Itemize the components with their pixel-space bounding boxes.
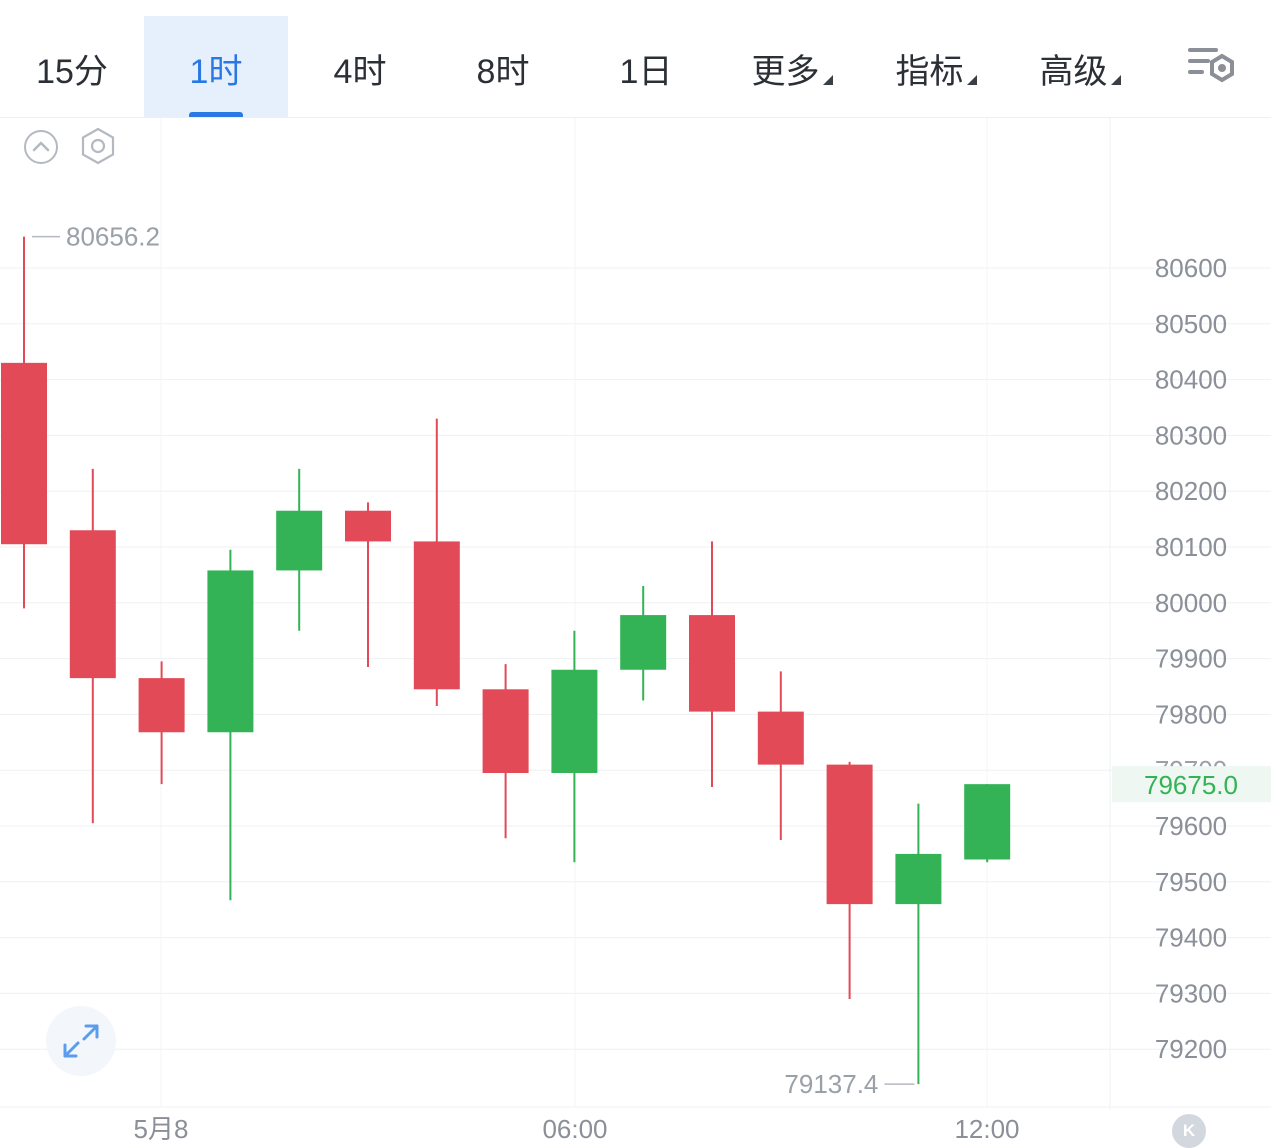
candlestick-chart: 80600 80500 80400 80300 80200 80100 80000 79900…: [0, 118, 1271, 1144]
tab-0[interactable]: 15分: [0, 16, 144, 117]
dropdown-caret-icon: [1110, 74, 1121, 85]
y-tick-label-occluded: 79700: [1155, 755, 1227, 785]
chart-settings-icon: [1188, 48, 1234, 83]
k-line-button[interactable]: K: [1172, 1114, 1206, 1148]
candle-body: [138, 678, 185, 733]
high-price-label: 80656.2: [66, 222, 160, 252]
y-tick-label: 79200: [1155, 1034, 1227, 1064]
tab-5[interactable]: 更多: [720, 16, 864, 117]
y-tick-label: 80400: [1155, 365, 1227, 395]
candle-body: [964, 784, 1011, 860]
dropdown-caret-icon: [822, 74, 833, 85]
expand-arrows-icon: [63, 1024, 99, 1058]
tab-7[interactable]: 高级: [1008, 16, 1152, 117]
chevron-up-circle-icon: [24, 130, 58, 164]
active-tab-indicator: [189, 112, 243, 117]
candle-body: [1, 362, 47, 545]
candle-body: [69, 530, 116, 679]
x-tick-label: 06:00: [542, 1114, 607, 1144]
current-price-tag: [1112, 766, 1271, 803]
hexagon-settings-icon: [81, 127, 115, 165]
candle-body: [895, 853, 942, 905]
tab-3[interactable]: 8时: [431, 16, 575, 117]
y-tick-label: 79400: [1155, 923, 1227, 953]
tab-label: 1日: [619, 53, 673, 91]
tab-label: 指标: [895, 53, 964, 91]
tab-label: 15分: [36, 53, 108, 91]
tab-label: 4时: [333, 53, 387, 91]
y-tick-label: 79300: [1155, 978, 1227, 1008]
dropdown-caret-icon: [966, 74, 977, 85]
tab-4[interactable]: 1日: [574, 16, 718, 117]
tab-6[interactable]: 指标: [864, 16, 1008, 117]
y-tick-label: 79500: [1155, 867, 1227, 897]
candle-body: [482, 689, 529, 773]
candle-body: [345, 510, 391, 542]
tab-label: 8时: [476, 53, 530, 91]
tab-2[interactable]: 4时: [288, 16, 432, 117]
tab-label: 更多: [751, 53, 820, 91]
candle-body: [826, 764, 873, 905]
candle-body: [276, 510, 323, 571]
y-tick-label: 80600: [1155, 253, 1227, 283]
x-tick-label: 12:00: [954, 1114, 1019, 1144]
tab-1[interactable]: 1时: [144, 16, 288, 117]
y-tick-label: 80500: [1155, 309, 1227, 339]
y-tick-label: 80100: [1155, 532, 1227, 562]
y-tick-label: 80000: [1155, 588, 1227, 618]
y-tick-label: 79800: [1155, 699, 1227, 729]
x-tick-label: 5月8: [134, 1114, 189, 1144]
y-tick-label: 80200: [1155, 476, 1227, 506]
fullscreen-button[interactable]: [46, 1006, 116, 1076]
chart-settings-button[interactable]: [1184, 42, 1240, 92]
y-tick-label: 79600: [1155, 811, 1227, 841]
y-tick-label: 80300: [1155, 420, 1227, 450]
candle-body: [207, 570, 254, 733]
current-price-label: 79675.0: [1144, 770, 1238, 800]
y-tick-label: 79900: [1155, 644, 1227, 674]
k-line-icon: K: [1182, 1121, 1196, 1140]
candle-body: [413, 541, 460, 690]
candle-body: [620, 615, 667, 670]
tab-label: 高级: [1039, 53, 1108, 91]
low-price-label: 79137.4: [784, 1069, 878, 1099]
candle-body: [551, 669, 598, 773]
candle-body: [757, 711, 804, 765]
collapse-button[interactable]: [22, 128, 60, 166]
candle-body: [689, 615, 735, 712]
tab-label: 1时: [189, 53, 243, 91]
indicator-settings-button[interactable]: [78, 126, 118, 166]
